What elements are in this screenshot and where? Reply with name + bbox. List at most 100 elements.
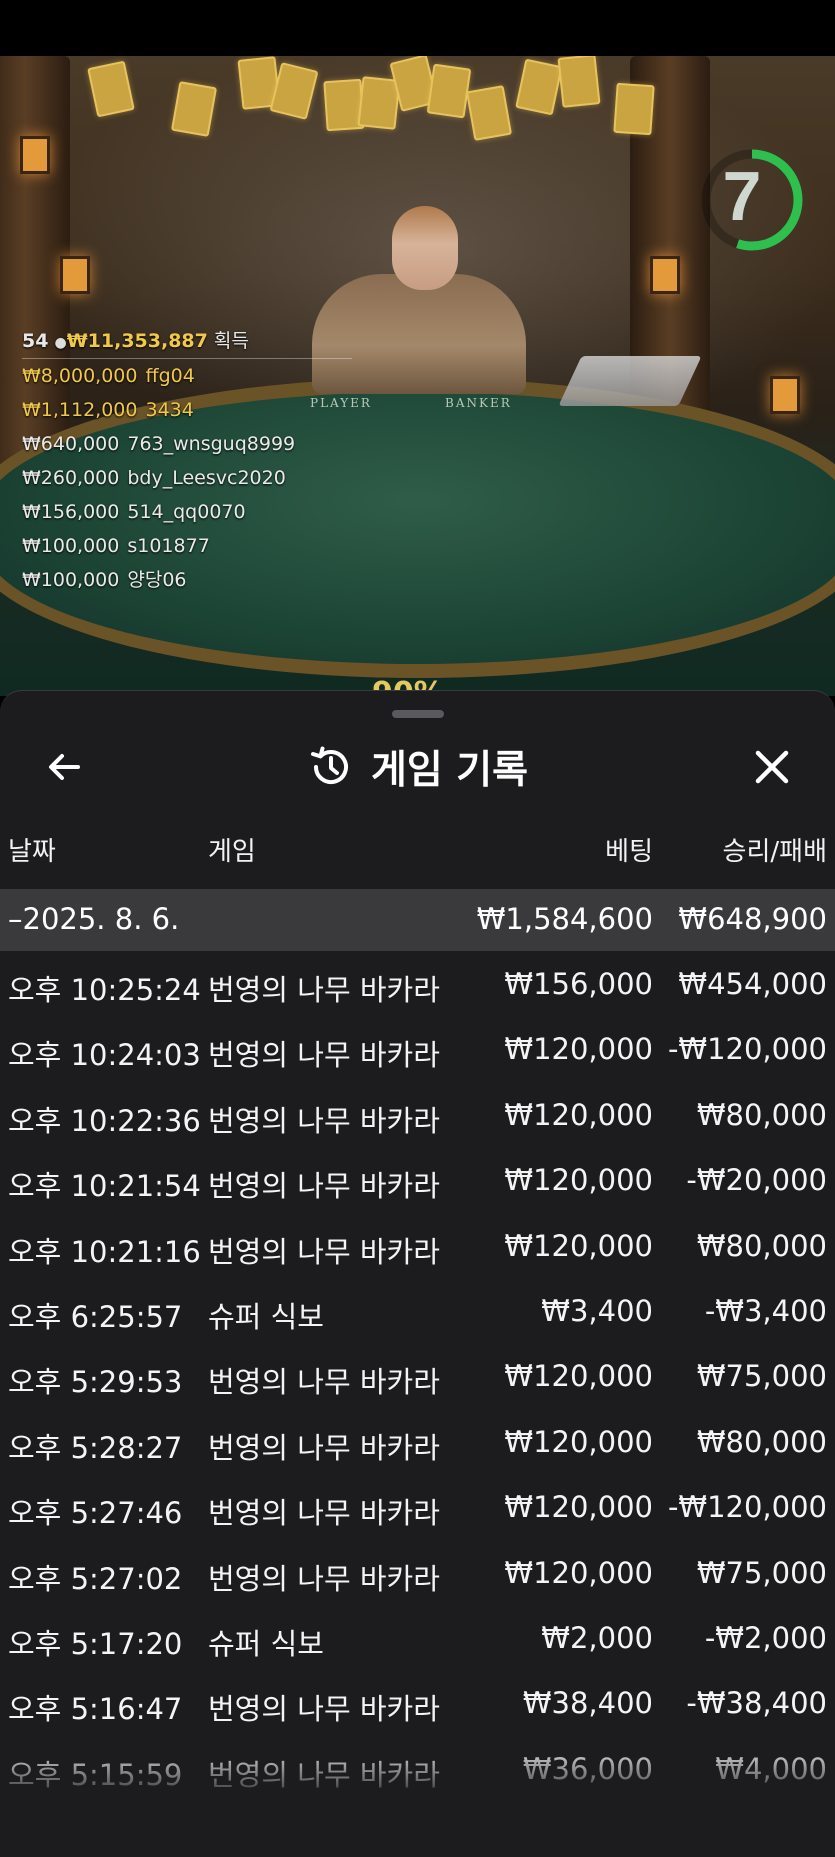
history-row[interactable]: 오후 5:27:46 번영의 나무 바카라 ₩120,000 -₩120,000 [0,1476,835,1541]
gold-leaf [426,63,472,119]
gold-leaf [87,60,135,118]
winner-row: ₩100,000 s101877 [22,529,352,563]
column-result: 승리/패배 [722,837,827,867]
winners-earn-label: 획득 [213,330,249,352]
row-result: ₩80,000 [696,1424,827,1459]
row-time: 오후 10:22:36 [8,1103,201,1138]
lantern [770,376,800,414]
row-game: 번영의 나무 바카라 [208,1103,440,1138]
row-result: -₩2,000 [704,1620,827,1655]
history-row[interactable]: 오후 5:16:47 번영의 나무 바카라 ₩38,400 -₩38,400 [0,1672,835,1737]
scroll-fade [0,1741,835,1857]
close-button[interactable] [744,739,800,795]
winner-name: 양당06 [127,569,187,591]
history-row[interactable]: 오후 5:29:53 번영의 나무 바카라 ₩120,000 ₩75,000 [0,1345,835,1410]
person-icon: ● [54,335,67,351]
winner-amount: ₩100,000 [22,535,120,557]
history-row[interactable]: 오후 10:24:03 번영의 나무 바카라 ₩120,000 -₩120,000 [0,1018,835,1083]
game-history-panel: 게임 기록 날짜 게임 베팅 승리/패배 –2025. 8. 6. ₩1,584… [0,690,835,1857]
gold-leaf [515,58,563,116]
winner-amount: ₩156,000 [22,501,120,523]
row-result: -₩20,000 [686,1163,827,1198]
table-header: 날짜 게임 베팅 승리/패배 [0,819,835,875]
winner-row-cut [22,597,352,631]
winner-name: ffg04 [145,365,195,387]
row-bet: ₩120,000 [504,1097,653,1132]
history-row[interactable]: 오후 10:25:24 번영의 나무 바카라 ₩156,000 ₩454,000 [0,953,835,1018]
history-row[interactable]: 오후 10:21:16 번영의 나무 바카라 ₩120,000 ₩80,000 [0,1215,835,1280]
day-total-bet: ₩1,584,600 [476,902,653,936]
row-time: 오후 5:29:53 [8,1365,183,1400]
row-game: 번영의 나무 바카라 [208,1038,440,1073]
winner-amount: ₩260,000 [22,467,120,489]
winners-list: 54 ●₩11,353,887 획득 ₩8,000,000 ffg04 ₩1,112… [22,324,352,631]
row-bet: ₩120,000 [504,1424,653,1459]
row-result: ₩80,000 [696,1228,827,1263]
history-row[interactable]: 오후 6:25:57 슈퍼 식보 ₩3,400 -₩3,400 [0,1280,835,1345]
history-row[interactable]: 오후 5:17:20 슈퍼 식보 ₩2,000 -₩2,000 [0,1607,835,1672]
winner-row: ₩1,112,000 3434 [22,393,352,427]
winner-amount: ₩8,000,000 [22,365,138,387]
row-bet: ₩156,000 [504,967,653,1001]
row-result: -₩120,000 [667,1490,827,1525]
winner-row: ₩156,000 514_qq0070 [22,495,352,529]
history-row[interactable]: 오후 10:22:36 번영의 나무 바카라 ₩120,000 ₩80,000 [0,1084,835,1149]
winner-amount: ₩640,000 [22,433,120,455]
lantern [650,256,680,294]
lantern [20,136,50,174]
winner-name: bdy_Leesvc2020 [127,467,286,489]
winner-name: 763_wnsguq8999 [127,433,296,455]
winner-name: 3434 [145,399,194,421]
row-time: 오후 6:25:57 [8,1299,183,1334]
row-game: 슈퍼 식보 [208,1299,324,1334]
winners-count: 54 [22,330,49,352]
row-bet: ₩2,000 [541,1620,653,1655]
history-list: 오후 10:25:24 번영의 나무 바카라 ₩156,000 ₩454,000 오후 … [0,953,835,1803]
row-bet: ₩120,000 [504,1163,653,1198]
history-row[interactable]: 오후 10:21:54 번영의 나무 바카라 ₩120,000 -₩20,000 [0,1149,835,1214]
history-row[interactable]: 오후 5:27:02 번영의 나무 바카라 ₩120,000 ₩75,000 [0,1542,835,1607]
gold-leaf [170,81,218,137]
card-shoe [558,356,702,406]
row-result: -₩3,400 [704,1293,827,1328]
row-bet: ₩120,000 [504,1555,653,1590]
row-result: ₩80,000 [696,1097,827,1132]
column-bet: 베팅 [605,837,653,867]
countdown-timer: 7 [722,157,762,235]
row-time: 오후 10:21:16 [8,1234,201,1269]
drag-handle[interactable] [392,710,444,718]
gold-leaf [557,56,601,108]
column-date: 날짜 [8,837,56,867]
row-game: 번영의 나무 바카라 [208,1430,440,1465]
lantern [60,256,90,294]
row-bet: ₩3,400 [541,1293,653,1328]
winner-row: ₩8,000,000 ffg04 [22,359,352,393]
row-time: 오후 10:25:24 [8,973,201,1007]
winners-total: ₩11,353,887 [66,330,208,352]
winner-amount: ₩1,112,000 [22,399,138,421]
row-result: ₩75,000 [696,1359,827,1394]
row-game: 번영의 나무 바카라 [208,973,440,1007]
row-game: 번영의 나무 바카라 [208,1169,440,1204]
row-bet: ₩120,000 [504,1359,653,1394]
live-video: PLAYER BANKER 7 54 ●₩11,353,887 획득 ₩8,00… [0,56,835,696]
winner-row: ₩260,000 bdy_Leesvc2020 [22,461,352,495]
row-time: 오후 5:27:46 [8,1496,183,1531]
felt-banker-label: BANKER [445,396,512,410]
row-game: 번영의 나무 바카라 [208,1561,440,1596]
dealer-head [392,206,458,290]
row-bet: ₩38,400 [522,1686,653,1721]
day-summary-row[interactable]: –2025. 8. 6. ₩1,584,600 ₩648,900 [0,889,835,951]
row-bet: ₩120,000 [504,1032,653,1067]
gold-leaf [613,82,655,136]
close-icon [755,750,789,784]
panel-title: 게임 기록 [370,748,529,793]
history-icon [310,746,348,784]
row-bet: ₩120,000 [504,1490,653,1525]
winner-name: 514_qq0070 [127,501,246,523]
row-game: 번영의 나무 바카라 [208,1692,440,1727]
winner-amount: ₩100,000 [22,569,120,591]
row-time: 오후 5:16:47 [8,1692,183,1727]
row-result: -₩120,000 [667,1032,827,1067]
history-row[interactable]: 오후 5:28:27 번영의 나무 바카라 ₩120,000 ₩80,000 [0,1411,835,1476]
